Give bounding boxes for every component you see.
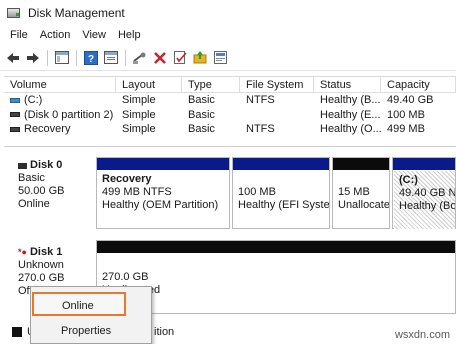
volume-layout: Simple bbox=[122, 123, 156, 136]
disk-0-name: Disk 0 bbox=[30, 159, 63, 171]
disk-0-type: Basic bbox=[18, 172, 45, 184]
partition-size: 49.40 GB NT bbox=[399, 187, 455, 199]
title-bar: Disk Management bbox=[0, 0, 456, 26]
volume-list-header: Volume Layout Type File System Status Ca… bbox=[4, 76, 456, 93]
console-tree-icon[interactable] bbox=[53, 49, 71, 67]
disk-0-state: Online bbox=[18, 198, 50, 210]
menu-action[interactable]: Action bbox=[34, 26, 77, 44]
menu-bar: File Action View Help bbox=[0, 26, 456, 44]
properties-menu-item[interactable]: Properties bbox=[31, 319, 151, 343]
volume-status: Healthy (O... bbox=[320, 123, 381, 136]
properties-icon[interactable] bbox=[102, 49, 120, 67]
disk-1-type: Unknown bbox=[18, 259, 64, 271]
volume-type: Basic bbox=[188, 94, 215, 107]
column-header-volume[interactable]: Volume bbox=[4, 76, 116, 93]
column-header-capacity[interactable]: Capacity bbox=[381, 76, 456, 93]
volume-capacity: 100 MB bbox=[387, 108, 425, 121]
volume-layout: Simple bbox=[122, 108, 156, 121]
partition-size: 499 MB NTFS bbox=[102, 186, 172, 198]
menu-file[interactable]: File bbox=[4, 26, 34, 44]
table-row[interactable]: Recovery Simple Basic NTFS Healthy (O...… bbox=[4, 122, 456, 137]
partition-status: Healthy (OEM Partition) bbox=[102, 199, 219, 211]
toolbar: ? bbox=[0, 45, 456, 71]
toolbar-separator bbox=[125, 49, 126, 66]
partition-c-drive[interactable]: (C:) 49.40 GB NT Healthy (Boo bbox=[392, 157, 456, 229]
column-header-type[interactable]: Type bbox=[182, 76, 240, 93]
volume-status: Healthy (E... bbox=[320, 108, 381, 121]
partition-status: Healthy (EFI Systen bbox=[238, 199, 329, 211]
column-header-status[interactable]: Status bbox=[314, 76, 381, 93]
disk-context-menu: Online Properties bbox=[30, 286, 152, 344]
back-arrow-icon[interactable] bbox=[4, 49, 22, 67]
legend-primary-partition-label: ition bbox=[154, 326, 175, 338]
toolbar-separator bbox=[76, 49, 77, 66]
disk-icon bbox=[18, 162, 27, 169]
partition-size: 15 MB bbox=[338, 186, 370, 198]
disk-1-name: Disk 1 bbox=[29, 246, 63, 258]
toolbar-separator bbox=[47, 49, 48, 66]
partition-size: 270.0 GB bbox=[102, 271, 149, 283]
volume-capacity: 49.40 GB bbox=[387, 94, 434, 107]
volume-capacity: 499 MB bbox=[387, 123, 425, 136]
disk-1-size: 270.0 GB bbox=[18, 272, 65, 284]
table-row[interactable]: (C:) Simple Basic NTFS Healthy (B... 49.… bbox=[4, 93, 456, 108]
disk-management-app-icon bbox=[6, 6, 22, 20]
volume-list: Volume Layout Type File System Status Ca… bbox=[4, 76, 456, 146]
volume-icon bbox=[10, 126, 20, 132]
partition-title: Recovery bbox=[102, 173, 152, 185]
folder-up-icon[interactable] bbox=[191, 49, 209, 67]
volume-name: Recovery bbox=[24, 123, 71, 136]
legend-unallocated-swatch bbox=[12, 327, 22, 337]
volume-type: Basic bbox=[188, 123, 215, 136]
volume-icon bbox=[10, 112, 20, 118]
partition-status: Unallocate bbox=[338, 199, 389, 211]
volume-file-system: NTFS bbox=[246, 94, 275, 107]
online-menu-item[interactable]: Online bbox=[32, 292, 126, 316]
volume-layout: Simple bbox=[122, 94, 156, 107]
offline-disk-icon: *● bbox=[18, 247, 27, 257]
volume-icon bbox=[10, 97, 20, 103]
table-row[interactable]: (Disk 0 partition 2) Simple Basic Health… bbox=[4, 108, 456, 123]
help-icon[interactable]: ? bbox=[82, 49, 100, 67]
svg-text:?: ? bbox=[88, 54, 94, 65]
menu-help[interactable]: Help bbox=[112, 26, 147, 44]
volume-file-system: NTFS bbox=[246, 123, 275, 136]
disk-0-label[interactable]: Disk 0 Basic 50.00 GB Online bbox=[8, 155, 94, 211]
forward-arrow-icon[interactable] bbox=[24, 49, 42, 67]
rescan-icon[interactable] bbox=[211, 49, 229, 67]
delete-icon[interactable] bbox=[151, 49, 169, 67]
column-header-file-system[interactable]: File System bbox=[240, 76, 314, 93]
check-icon[interactable] bbox=[171, 49, 189, 67]
volume-name: (C:) bbox=[24, 94, 43, 107]
partition-unallocated[interactable]: 15 MB Unallocate bbox=[332, 157, 390, 229]
column-header-layout[interactable]: Layout bbox=[116, 76, 182, 93]
window-title: Disk Management bbox=[28, 6, 125, 20]
partition-title: (C:) bbox=[399, 174, 418, 186]
partition-recovery[interactable]: Recovery 499 MB NTFS Healthy (OEM Partit… bbox=[96, 157, 230, 229]
partition-status: Healthy (Boo bbox=[399, 200, 455, 212]
watermark: wsxdn.com bbox=[394, 329, 450, 341]
connect-icon[interactable] bbox=[131, 49, 149, 67]
partition-efi[interactable]: 100 MB Healthy (EFI Systen bbox=[232, 157, 330, 229]
partition-size: 100 MB bbox=[238, 186, 276, 198]
volume-name: (Disk 0 partition 2) bbox=[24, 108, 114, 121]
volume-type: Basic bbox=[188, 108, 215, 121]
volume-status: Healthy (B... bbox=[320, 94, 381, 107]
partition-status: Unallocated bbox=[102, 284, 455, 297]
disk-0-size: 50.00 GB bbox=[18, 185, 65, 197]
menu-view[interactable]: View bbox=[76, 26, 112, 44]
